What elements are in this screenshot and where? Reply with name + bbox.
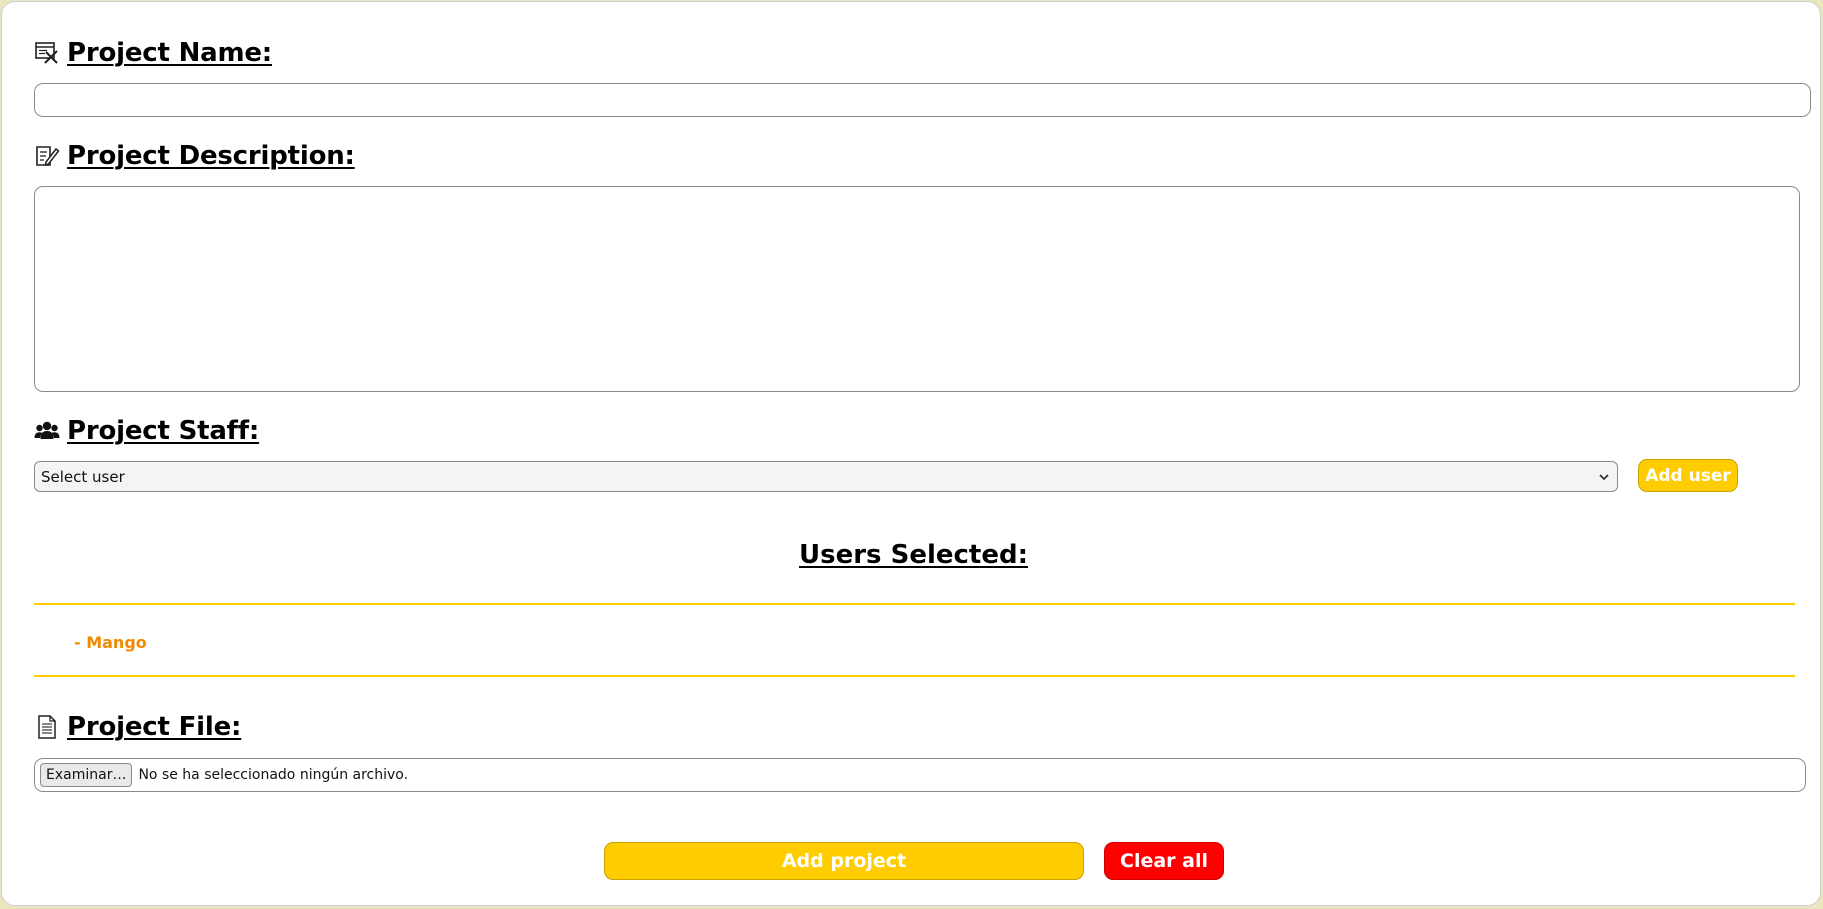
project-description-heading: Project Description: <box>34 138 355 174</box>
users-group-icon <box>34 418 60 444</box>
user-select[interactable]: Select user <box>34 461 1618 492</box>
edit-document-icon <box>34 143 60 169</box>
add-project-button[interactable]: Add project <box>604 842 1084 880</box>
file-status-text: No se ha seleccionado ningún archivo. <box>138 767 409 783</box>
project-name-label: Project Name: <box>67 38 273 68</box>
project-staff-label: Project Staff: <box>67 416 260 446</box>
selected-user-item: - Mango <box>74 633 147 652</box>
project-name-heading: Project Name: <box>34 35 272 71</box>
project-name-icon <box>34 40 60 66</box>
file-icon <box>34 714 60 740</box>
browse-file-button[interactable]: Examinar… <box>40 763 133 787</box>
user-select-value: Select user <box>41 467 125 486</box>
project-file-label: Project File: <box>67 712 242 742</box>
divider-bottom <box>34 675 1795 677</box>
add-user-button[interactable]: Add user <box>1638 459 1738 492</box>
project-staff-heading: Project Staff: <box>34 413 259 449</box>
project-file-heading: Project File: <box>34 709 241 745</box>
clear-all-button[interactable]: Clear all <box>1104 842 1224 880</box>
project-description-textarea[interactable] <box>34 186 1800 392</box>
project-form-panel: Project Name: Project Description: Proje… <box>1 1 1821 906</box>
chevron-down-icon <box>1597 470 1611 484</box>
project-file-input[interactable]: Examinar… No se ha seleccionado ningún a… <box>34 758 1806 792</box>
project-description-label: Project Description: <box>67 141 355 171</box>
users-selected-title: Users Selected: <box>799 540 1028 570</box>
divider-top <box>34 603 1795 605</box>
project-name-input[interactable] <box>34 83 1811 117</box>
